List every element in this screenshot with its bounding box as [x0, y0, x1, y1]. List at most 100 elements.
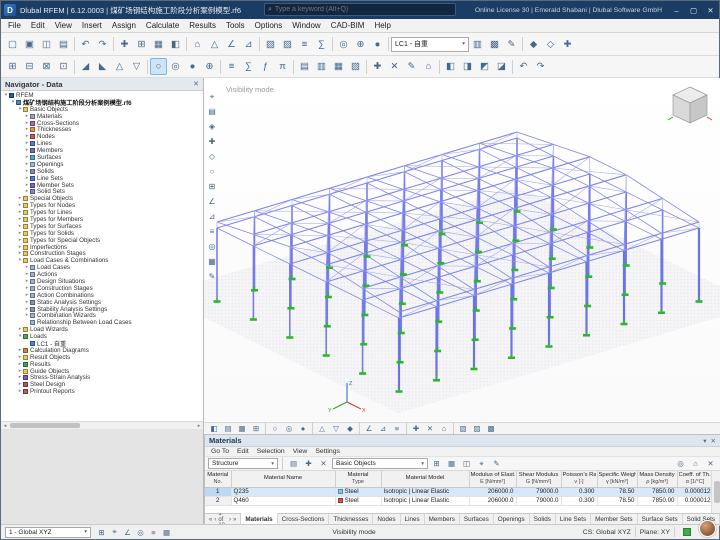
tree-item-14[interactable]: ▸Solid Sets	[1, 188, 203, 195]
tree-item-18[interactable]: ▸Types for Members	[1, 216, 203, 223]
toolbar1-icon-26[interactable]: ●	[369, 36, 386, 53]
materials-tool-a-1[interactable]: ▤	[287, 458, 300, 470]
model-viewport[interactable]: Visibility mode ⌖▤◈✚◇○⊞∠⊿≡◎▦✎ Z X Y	[204, 78, 720, 422]
toolbar2-icon-2[interactable]: ⊟	[21, 58, 38, 75]
tree-item-34[interactable]: ▸Load Wizards	[1, 326, 203, 333]
tree-item-39[interactable]: ▸Results	[1, 361, 203, 368]
cell-name[interactable]: Q235	[231, 487, 335, 496]
tree-item-24[interactable]: ▾Load Cases & Combinations	[1, 257, 203, 264]
minimize-button[interactable]: –	[668, 1, 685, 19]
tree-item-33[interactable]: Relationship Between Load Cases	[1, 319, 203, 326]
toolbar1-icon-33[interactable]: ◆	[525, 36, 542, 53]
view-control-icon-3[interactable]: ▦	[235, 423, 249, 434]
column-header-4[interactable]: Modulus of Elast.E [N/mm²]	[469, 471, 516, 487]
cell-rho[interactable]: 7850.00	[637, 496, 677, 505]
tree-item-11[interactable]: ▸Solids	[1, 168, 203, 175]
viewport-tool-icon-3[interactable]: ◈	[205, 120, 219, 133]
view-control-icon-7[interactable]: ◎	[282, 423, 296, 434]
toolbar1-icon-25[interactable]: ⊕	[352, 36, 369, 53]
cell-model[interactable]: Isotropic | Linear Elastic	[381, 487, 469, 496]
tree-item-3[interactable]: ▸Materials	[1, 113, 203, 120]
view-control-icon-12[interactable]: ◆	[343, 423, 357, 434]
materials-tool-r-3[interactable]: ✕	[704, 458, 717, 470]
toolbar2-icon-26[interactable]: ✚	[369, 58, 386, 75]
status-tool-2[interactable]: ⌖	[108, 526, 121, 538]
viewport-tool-icon-2[interactable]: ▤	[205, 105, 219, 118]
view-control-icon-18[interactable]: ✚	[409, 423, 423, 434]
menu-window[interactable]: Window	[287, 19, 325, 32]
cell-e[interactable]: 206000.0	[469, 496, 516, 505]
tree-item-28[interactable]: ▸Construction Stages	[1, 285, 203, 292]
first-page-icon[interactable]: «	[209, 517, 212, 523]
material-row-2[interactable]: 2Q460SteelIsotropic | Linear Elastic2060…	[205, 496, 713, 505]
toolbar1-icon-31[interactable]: ✎	[503, 36, 520, 53]
menu-help[interactable]: Help	[369, 19, 395, 32]
view-control-icon-16[interactable]: ≡	[390, 423, 404, 434]
toolbar1-icon-11[interactable]: ▦	[150, 36, 167, 53]
cell-name[interactable]: Q460	[231, 496, 335, 505]
column-header-0[interactable]: MaterialNo.	[205, 471, 231, 487]
toolbar2-icon-27[interactable]: ✕	[386, 58, 403, 75]
cell-e[interactable]: 206000.0	[469, 487, 516, 496]
menu-cad-bim[interactable]: CAD-BIM	[326, 19, 370, 32]
viewport-tool-icon-13[interactable]: ✎	[205, 270, 219, 283]
toolbar2-icon-8[interactable]: △	[111, 58, 128, 75]
tree-item-38[interactable]: ▸Result Objects	[1, 354, 203, 361]
tree-item-15[interactable]: ▸Special Objects	[1, 195, 203, 202]
toolbar1-icon-30[interactable]: ▩	[486, 36, 503, 53]
scroll-right-icon[interactable]: ▸	[195, 423, 203, 429]
materials-tool-r-2[interactable]: ⌂	[689, 458, 702, 470]
toolbar2-icon-29[interactable]: ⌂	[420, 58, 437, 75]
materials-menu-edit[interactable]: Edit	[233, 448, 253, 455]
tree-item-42[interactable]: ▸Steel Design	[1, 381, 203, 388]
tree-item-36[interactable]: LC1 - 自重	[1, 340, 203, 347]
tree-item-22[interactable]: ▸Imperfections	[1, 244, 203, 251]
materials-tool-b-5[interactable]: ✎	[490, 458, 503, 470]
materials-menu-selection[interactable]: Selection	[253, 448, 289, 455]
toolbar1-icon-20[interactable]: ▨	[279, 36, 296, 53]
cell-alpha[interactable]: 0.000012	[677, 487, 713, 496]
cell-no[interactable]: 2	[205, 496, 231, 505]
tree-item-4[interactable]: ▸Cross-Sections	[1, 120, 203, 127]
column-header-3[interactable]: Material Model	[381, 471, 469, 487]
cell-nu[interactable]: 0.300	[561, 487, 597, 496]
menu-options[interactable]: Options	[250, 19, 288, 32]
view-control-icon-23[interactable]: ▨	[470, 423, 484, 434]
scrollbar-thumb[interactable]	[10, 423, 80, 428]
view-control-icon-15[interactable]: ⊿	[376, 423, 390, 434]
tree-item-17[interactable]: ▸Types for Lines	[1, 209, 203, 216]
toolbar1-icon-4[interactable]: ▤	[55, 36, 72, 53]
tree-item-6[interactable]: ▸Nodes	[1, 133, 203, 140]
toolbar1-icon-12[interactable]: ◧	[167, 36, 184, 53]
toolbar2-icon-18[interactable]: ƒ	[257, 58, 274, 75]
toolbar2-icon-6[interactable]: ◢	[77, 58, 94, 75]
panel-close-icon[interactable]: ✕	[711, 437, 716, 445]
tree-item-7[interactable]: ▸Lines	[1, 140, 203, 147]
toolbar2-icon-3[interactable]: ⊠	[38, 58, 55, 75]
viewport-tool-icon-10[interactable]: ≡	[205, 225, 219, 238]
viewport-tool-icon-9[interactable]: ⊿	[205, 210, 219, 223]
viewport-tool-icon-8[interactable]: ∠	[205, 195, 219, 208]
toolbar2-icon-21[interactable]: ▤	[296, 58, 313, 75]
tree-item-27[interactable]: ▸Design Situations	[1, 278, 203, 285]
status-tool-4[interactable]: ◎	[134, 526, 147, 538]
viewport-tool-icon-4[interactable]: ✚	[205, 135, 219, 148]
viewport-tool-icon-5[interactable]: ◇	[205, 150, 219, 163]
column-header-5[interactable]: Shear ModulusG [N/mm²]	[516, 471, 561, 487]
object-category-combo[interactable]: Basic Objects ▾	[332, 458, 428, 469]
scrollbar-thumb[interactable]	[714, 481, 720, 503]
toolbar2-icon-32[interactable]: ◨	[459, 58, 476, 75]
menu-file[interactable]: File	[3, 19, 26, 32]
materials-menu-go-to[interactable]: Go To	[207, 448, 233, 455]
view-control-icon-14[interactable]: ∠	[362, 423, 376, 434]
toolbar1-icon-34[interactable]: ◇	[542, 36, 559, 53]
cell-gamma[interactable]: 78.50	[597, 496, 637, 505]
toolbar1-icon-14[interactable]: ⌂	[189, 36, 206, 53]
material-row-1[interactable]: 1Q235SteelIsotropic | Linear Elastic2060…	[205, 487, 713, 496]
toolbar2-icon-7[interactable]: ◣	[94, 58, 111, 75]
toolbar1-icon-22[interactable]: ∑	[313, 36, 330, 53]
toolbar2-icon-16[interactable]: ≡	[223, 58, 240, 75]
tree-item-31[interactable]: ▸Stability Analysis Settings	[1, 306, 203, 313]
tree-item-1[interactable]: ▾煤矿场钢结构施工阶段分析案例模型.rf6	[1, 99, 203, 106]
toolbar1-icon-15[interactable]: △	[206, 36, 223, 53]
